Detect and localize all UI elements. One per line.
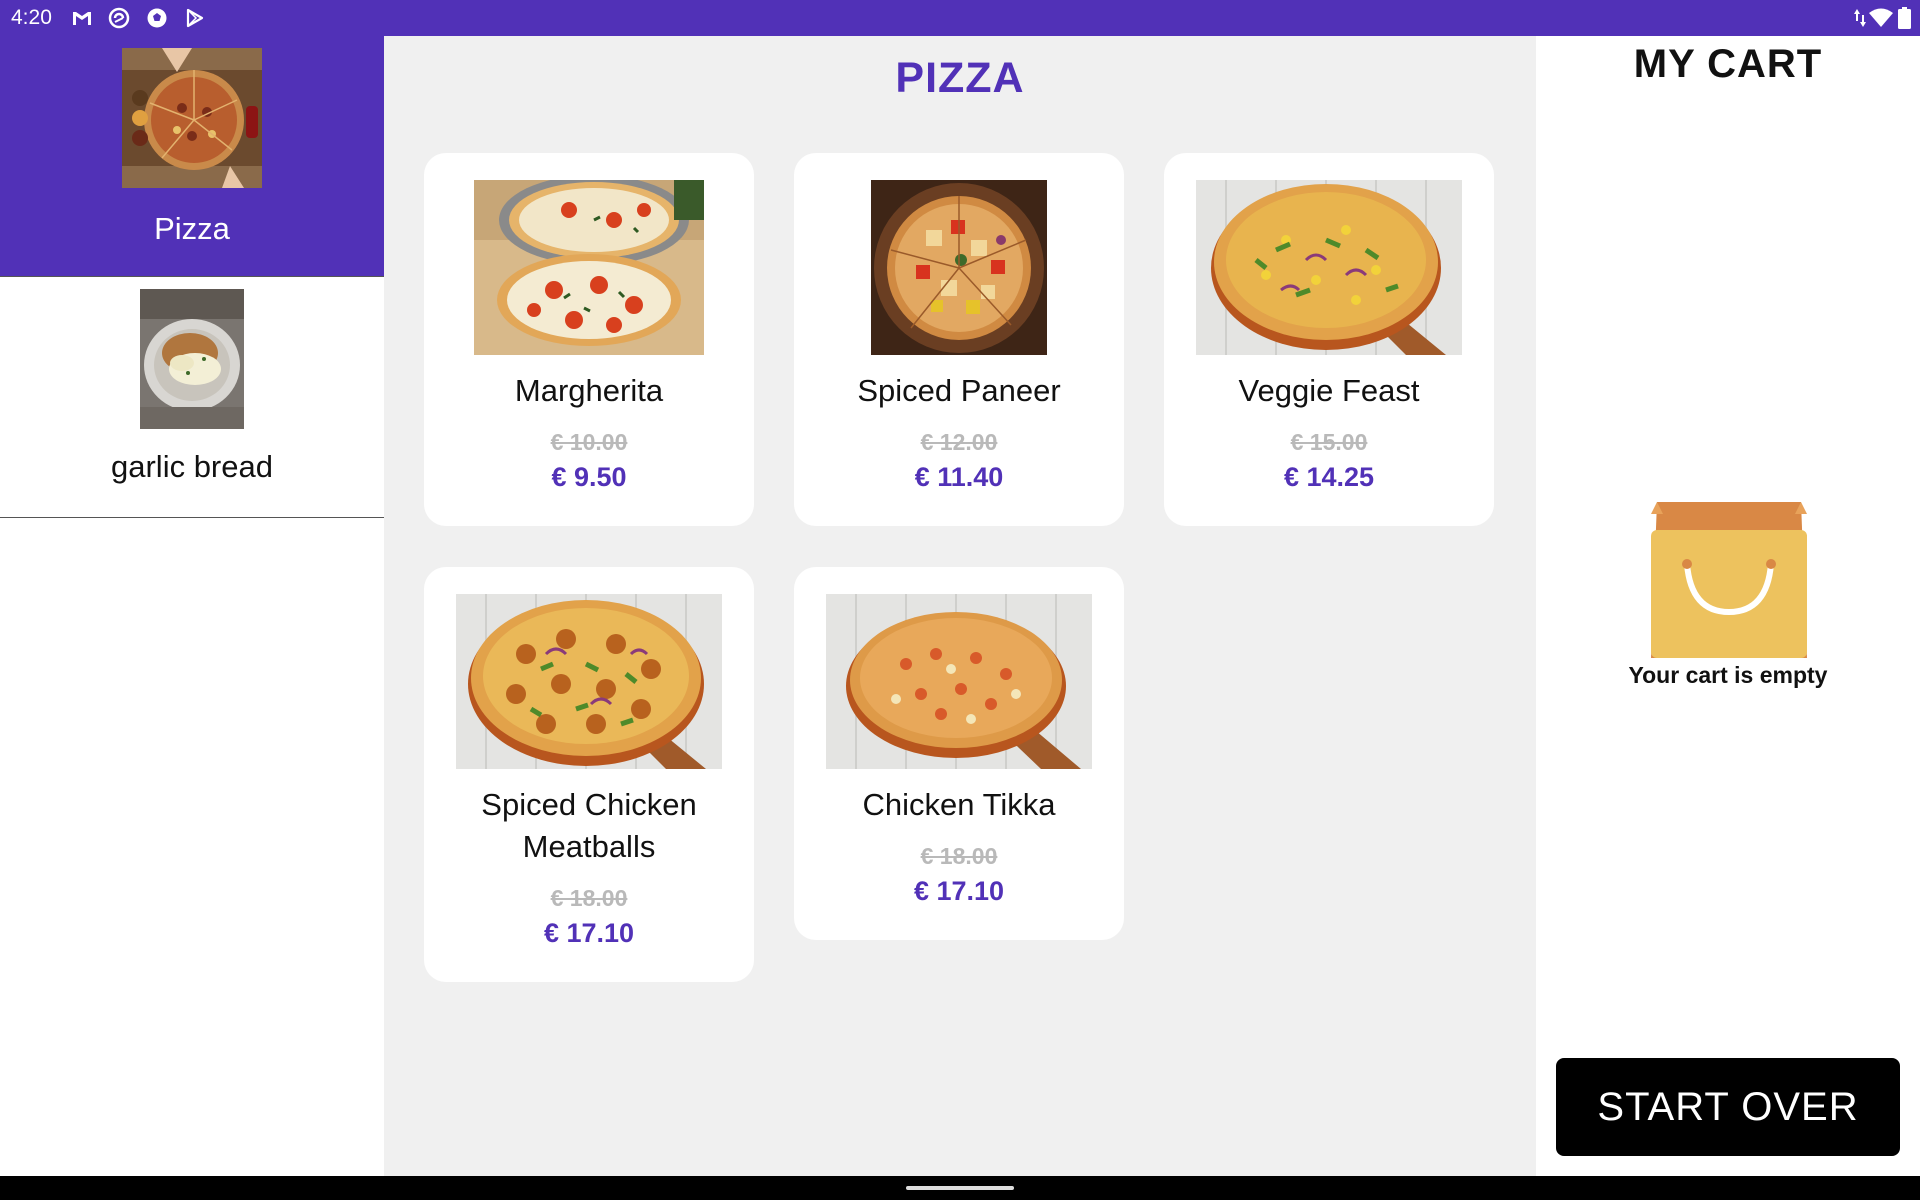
product-price: € 9.50 <box>551 462 627 492</box>
product-area: PIZZA Margherita € 10.00 € 9.50 Spiced P… <box>384 36 1536 1176</box>
product-card-margherita[interactable]: Margherita € 10.00 € 9.50 <box>424 153 754 526</box>
product-name: Margherita <box>514 373 664 408</box>
pizza-category-image <box>122 48 262 188</box>
category-item-pizza[interactable]: Pizza <box>0 36 384 277</box>
spiced-paneer-image <box>871 180 1047 355</box>
start-over-button[interactable]: START OVER <box>1556 1058 1900 1156</box>
wifi-icon <box>1869 8 1893 27</box>
battery-icon <box>1898 7 1911 29</box>
product-price: € 17.10 <box>543 918 635 948</box>
veggie-feast-image <box>1196 180 1462 355</box>
product-card-spiced-paneer[interactable]: Spiced Paneer € 12.00 € 11.40 <box>794 153 1124 526</box>
product-name: Veggie Feast <box>1238 373 1420 408</box>
product-old-price: € 12.00 <box>920 429 998 455</box>
product-card-chicken-tikka[interactable]: Chicken Tikka € 18.00 € 17.10 <box>794 567 1124 940</box>
spiced-chicken-meatballs-image <box>456 594 722 769</box>
cart-empty-message: Your cart is empty <box>1628 662 1828 688</box>
status-bar: 4:20 <box>0 0 1920 36</box>
category-title: PIZZA <box>895 54 1025 102</box>
home-gesture-handle[interactable] <box>906 1186 1014 1190</box>
product-old-price: € 15.00 <box>1290 429 1368 455</box>
navigation-bar <box>0 1176 1920 1200</box>
category-item-garlic-bread[interactable]: garlic bread <box>0 277 384 518</box>
product-name: Chicken Tikka <box>862 787 1056 822</box>
product-old-price: € 18.00 <box>920 843 998 869</box>
category-label-garlic-bread: garlic bread <box>111 449 273 484</box>
status-time: 4:20 <box>11 6 52 29</box>
product-card-spiced-chicken-meatballs[interactable]: Spiced Chicken Meatballs € 18.00 € 17.10 <box>424 567 754 982</box>
shopping-bag-icon <box>1651 502 1807 658</box>
margherita-image <box>474 180 704 355</box>
garlic-bread-category-image <box>140 289 244 429</box>
product-old-price: € 18.00 <box>550 885 628 911</box>
gmail-icon <box>73 12 91 25</box>
product-price: € 17.10 <box>913 876 1005 906</box>
soccer-ball-icon <box>147 8 167 28</box>
category-sidebar: Pizza garlic bread <box>0 36 384 1176</box>
product-name: Spiced Chicken Meatballs <box>481 787 697 864</box>
chicken-tikka-image <box>826 594 1092 769</box>
product-price: € 14.25 <box>1283 462 1375 492</box>
category-label-pizza: Pizza <box>154 211 230 246</box>
cart-panel: MY CART Your cart is empty START OVER <box>1536 36 1920 1176</box>
data-arrows-icon <box>1854 9 1866 27</box>
product-name: Spiced Paneer <box>857 373 1061 408</box>
sync-icon <box>108 7 130 29</box>
product-card-veggie-feast[interactable]: Veggie Feast € 15.00 € 14.25 <box>1164 153 1494 526</box>
play-store-icon <box>186 8 204 28</box>
product-price: € 11.40 <box>914 462 1004 492</box>
cart-title: MY CART <box>1633 42 1823 86</box>
product-old-price: € 10.00 <box>550 429 628 455</box>
